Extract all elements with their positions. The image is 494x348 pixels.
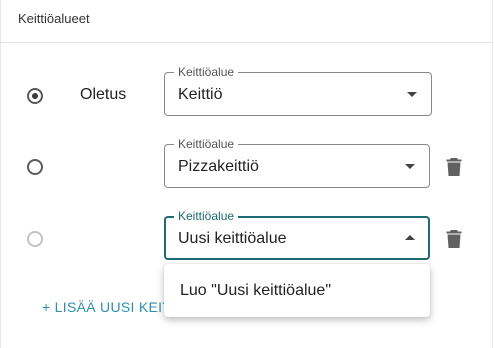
caret-up-icon <box>405 235 415 240</box>
field-value: Pizzakeittiö <box>178 158 259 175</box>
kitchen-areas-panel: Keittiöalueet Oletus Keittiöalue Keittiö… <box>0 0 493 348</box>
default-label: Oletus <box>80 86 127 103</box>
field-value: Uusi keittiöalue <box>178 230 287 247</box>
create-option[interactable]: Luo "Uusi keittiöalue" <box>164 264 430 317</box>
kitchen-area-select-3[interactable]: Keittiöalue Uusi keittiöalue <box>164 209 430 260</box>
trash-icon[interactable] <box>446 229 462 249</box>
autocomplete-dropdown: Luo "Uusi keittiöalue" <box>164 264 430 317</box>
default-radio-kitchen[interactable] <box>27 88 43 104</box>
default-radio-pizza[interactable] <box>27 159 43 175</box>
field-label: Keittiöalue <box>174 209 239 223</box>
kitchen-area-select-1[interactable]: Keittiöalue Keittiö <box>164 65 432 116</box>
default-radio-new[interactable] <box>27 231 43 247</box>
caret-down-icon <box>407 92 417 97</box>
field-label: Keittiöalue <box>174 65 239 79</box>
field-value: Keittiö <box>178 86 223 103</box>
panel-title: Keittiöalueet <box>18 11 90 26</box>
kitchen-area-select-2[interactable]: Keittiöalue Pizzakeittiö <box>164 137 430 188</box>
caret-down-icon <box>405 164 415 169</box>
trash-icon[interactable] <box>446 157 462 177</box>
panel-header: Keittiöalueet <box>1 0 492 43</box>
field-label: Keittiöalue <box>174 137 239 151</box>
